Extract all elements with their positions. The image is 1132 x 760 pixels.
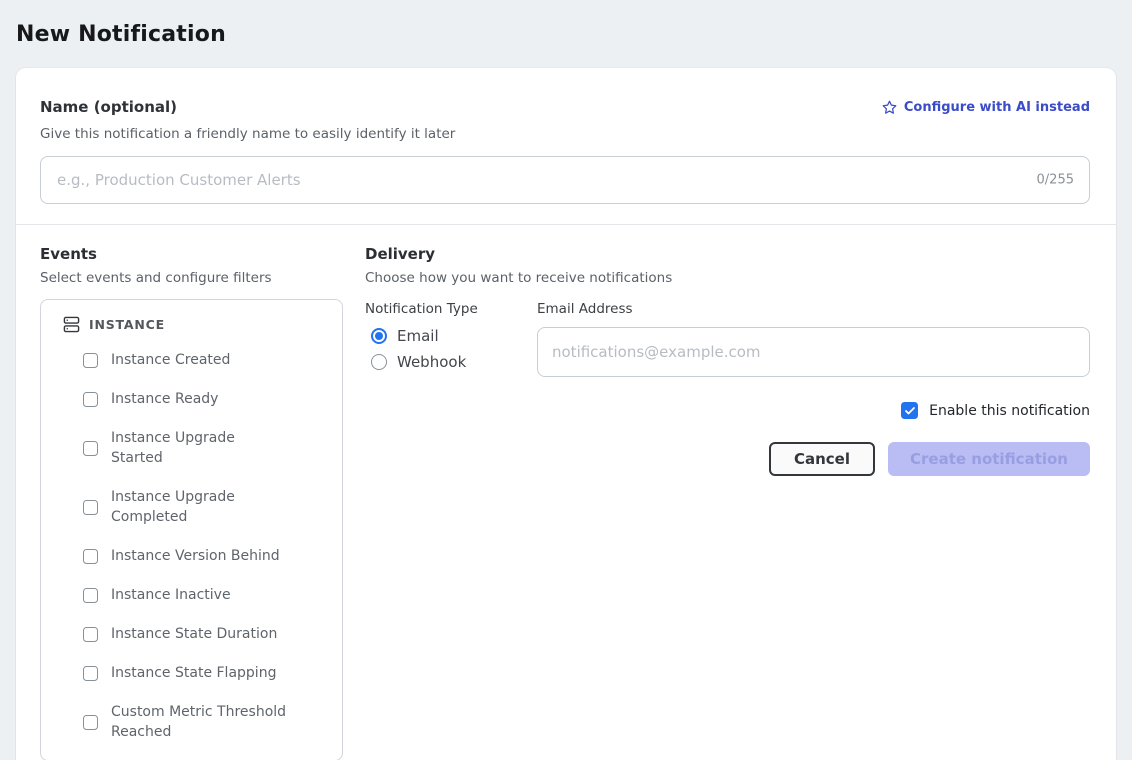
event-label: Instance Created <box>111 350 230 370</box>
enable-notification-label: Enable this notification <box>929 403 1090 419</box>
new-notification-card: Name (optional) Configure with AI instea… <box>16 68 1116 760</box>
event-checkbox-row[interactable]: Instance Upgrade Started <box>83 428 328 468</box>
server-icon <box>63 316 80 333</box>
radio-option-label: Webhook <box>397 353 466 371</box>
event-label: Custom Metric Threshold Reached <box>111 702 289 742</box>
configure-with-ai-label: Configure with AI instead <box>904 100 1090 115</box>
checkbox-unchecked-icon[interactable] <box>83 392 98 407</box>
events-description: Select events and configure filters <box>40 270 343 286</box>
event-checkbox-row[interactable]: Instance State Duration <box>83 624 328 644</box>
notification-type-label: Notification Type <box>365 301 537 317</box>
char-counter: 0/255 <box>1037 173 1074 188</box>
event-checkbox-row[interactable]: Instance Ready <box>83 389 328 409</box>
notification-type-options: Email Webhook <box>365 327 537 371</box>
email-address-input[interactable] <box>537 327 1090 377</box>
radio-option-label: Email <box>397 327 439 345</box>
name-field-description: Give this notification a friendly name t… <box>40 126 1090 142</box>
checkbox-unchecked-icon[interactable] <box>83 715 98 730</box>
checkbox-unchecked-icon[interactable] <box>83 549 98 564</box>
event-checkbox-row[interactable]: Instance Upgrade Completed <box>83 487 328 527</box>
event-label: Instance State Duration <box>111 624 277 644</box>
enable-notification-row[interactable]: Enable this notification <box>365 402 1090 419</box>
checkbox-checked-icon[interactable] <box>901 402 918 419</box>
event-checkbox-row[interactable]: Custom Metric Threshold Reached <box>83 702 328 742</box>
name-input[interactable] <box>40 156 1090 204</box>
delivery-title: Delivery <box>365 245 1090 263</box>
notification-type-option-webhook[interactable]: Webhook <box>371 353 537 371</box>
configure-with-ai-link[interactable]: Configure with AI instead <box>882 100 1090 115</box>
create-notification-button[interactable]: Create notification <box>888 442 1090 476</box>
checkbox-unchecked-icon[interactable] <box>83 353 98 368</box>
checkbox-unchecked-icon[interactable] <box>83 627 98 642</box>
delivery-section: Delivery Choose how you want to receive … <box>365 245 1090 760</box>
event-checkbox-row[interactable]: Instance Version Behind <box>83 546 328 566</box>
event-label: Instance Version Behind <box>111 546 280 566</box>
name-field-label: Name (optional) <box>40 98 177 116</box>
checkbox-unchecked-icon[interactable] <box>83 588 98 603</box>
checkbox-unchecked-icon[interactable] <box>83 666 98 681</box>
event-label: Instance State Flapping <box>111 663 276 683</box>
delivery-description: Choose how you want to receive notificat… <box>365 270 1090 286</box>
checkbox-unchecked-icon[interactable] <box>83 500 98 515</box>
event-label: Instance Inactive <box>111 585 231 605</box>
event-group-label: INSTANCE <box>89 317 165 332</box>
event-group-header: INSTANCE <box>63 316 328 333</box>
email-address-label: Email Address <box>537 301 1090 317</box>
notification-type-option-email[interactable]: Email <box>371 327 537 345</box>
radio-selected-icon[interactable] <box>371 328 387 344</box>
star-icon <box>882 100 897 115</box>
event-label: Instance Upgrade Completed <box>111 487 289 527</box>
event-label: Instance Upgrade Started <box>111 428 289 468</box>
events-groups: INSTANCE Instance Created Instance Ready In… <box>63 316 328 760</box>
events-section: Events Select events and configure filte… <box>40 245 343 760</box>
event-checkbox-row[interactable]: Instance State Flapping <box>83 663 328 683</box>
cancel-button[interactable]: Cancel <box>769 442 875 476</box>
checkbox-unchecked-icon[interactable] <box>83 441 98 456</box>
page-title: New Notification <box>0 0 1132 47</box>
events-list-panel[interactable]: INSTANCE Instance Created Instance Ready In… <box>40 299 343 760</box>
name-section: Name (optional) Configure with AI instea… <box>16 68 1116 224</box>
events-title: Events <box>40 245 343 263</box>
radio-unselected-icon[interactable] <box>371 354 387 370</box>
event-checkbox-row[interactable]: Instance Inactive <box>83 585 328 605</box>
event-label: Instance Ready <box>111 389 218 409</box>
event-checkbox-row[interactable]: Instance Created <box>83 350 328 370</box>
